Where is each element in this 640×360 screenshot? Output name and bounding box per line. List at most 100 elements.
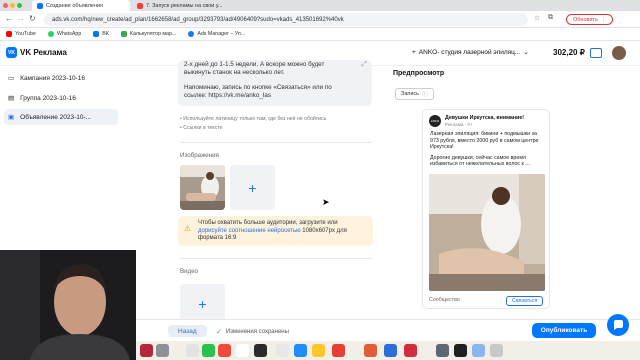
avatar[interactable] xyxy=(612,46,626,60)
minimize-window-icon[interactable] xyxy=(10,3,15,8)
star-bookmark-icon[interactable]: ☆ xyxy=(534,14,540,22)
ad-preview-card: ANKO Девушки Иркутска, внимание! Реклама… xyxy=(422,109,550,309)
app-icon[interactable] xyxy=(254,344,267,357)
support-chat-button[interactable] xyxy=(607,314,629,336)
bookmark-label: Калькулятор мар... xyxy=(129,31,177,37)
text-line xyxy=(184,76,366,84)
chat-bubble-icon xyxy=(614,320,623,330)
trash-icon[interactable] xyxy=(490,344,503,357)
bookmark-label: YouTube xyxy=(15,31,36,37)
text-line: выкинуть станок на несколько лет. xyxy=(184,68,285,76)
balance[interactable]: 302,20 ₽ xyxy=(553,48,585,57)
window-controls[interactable] xyxy=(3,3,22,8)
sidebar-item-group[interactable]: ▤ Группа 2023-10-16 xyxy=(8,91,76,105)
app-icon[interactable] xyxy=(472,344,485,357)
image-thumbnail[interactable] xyxy=(180,165,225,210)
wallet-icon[interactable] xyxy=(590,48,602,58)
preview-tab-post[interactable]: Запись ⓘ xyxy=(395,88,434,100)
back-arrow-icon[interactable]: ← xyxy=(5,14,13,23)
forward-arrow-icon[interactable]: → xyxy=(17,14,25,23)
community-avatar: ANKO xyxy=(429,115,441,127)
hint-latin: • Используйте латиницу только там, где б… xyxy=(180,116,327,122)
app-icon[interactable] xyxy=(156,344,169,357)
ad-text-paragraph: Лазерная эпиляция: бикини + подмышки за … xyxy=(430,131,539,151)
publish-button[interactable]: Опубликовать xyxy=(532,323,596,338)
plus-icon: + xyxy=(198,296,207,312)
save-status: ✓ Изменения сохранены xyxy=(216,328,289,336)
app-icon[interactable] xyxy=(218,344,231,357)
app-icon[interactable] xyxy=(364,344,377,357)
tab-label: Запись xyxy=(401,91,420,97)
text-line: ссылке: https://vk.me/anko_las xyxy=(184,91,271,99)
tab-lesson[interactable]: 7. Запуск рекламы на свои у... xyxy=(132,0,252,11)
add-video-button[interactable]: + xyxy=(180,284,225,324)
app-icon[interactable] xyxy=(276,344,289,357)
bookmark-youtube[interactable]: YouTube xyxy=(6,31,36,37)
generate-ratio-link[interactable]: дорисуйте соотношение нейросетью xyxy=(198,228,301,234)
back-button[interactable]: Назад xyxy=(168,325,207,337)
app-icon[interactable] xyxy=(404,344,417,357)
app-icon[interactable] xyxy=(384,344,397,357)
campaign-icon: ▭ xyxy=(8,75,15,82)
thumbnail-photo xyxy=(180,165,225,210)
bookmark-vk[interactable]: ВК xyxy=(93,31,109,37)
tab-create-ad[interactable]: Создание объявления xyxy=(32,0,130,11)
sidebar: ▭ Кампания 2023-10-16 ▤ Группа 2023-10-1… xyxy=(0,66,136,250)
photos-icon[interactable] xyxy=(186,344,199,357)
expand-icon[interactable]: ⤢ xyxy=(361,61,367,69)
ad-text-field[interactable]: 2-х дней до 1-1.5 недели. А вскоре можно… xyxy=(178,60,372,106)
macos-dock xyxy=(136,341,640,360)
app-icon[interactable] xyxy=(436,344,449,357)
divider xyxy=(180,258,372,259)
video-label: Видео xyxy=(180,268,199,275)
community-footer-label: Сообщество xyxy=(429,297,460,303)
calendar-icon[interactable] xyxy=(236,344,249,357)
hint-text: Ссылки в тексте xyxy=(183,125,223,131)
messages-icon[interactable] xyxy=(202,344,215,357)
plus-icon: + xyxy=(412,48,416,56)
address-text: ads.vk.com/hq/new_create/ad_plan/1662658… xyxy=(52,16,344,23)
group-icon: ▤ xyxy=(8,95,15,102)
browser-toolbar: ← → ↻ ads.vk.com/hq/new_create/ad_plan/1… xyxy=(0,11,640,28)
app-icon[interactable] xyxy=(140,344,153,357)
bookmark-calculator[interactable]: Калькулятор мар... xyxy=(120,31,177,37)
youtube-favicon-icon xyxy=(137,2,143,9)
contact-cta-button[interactable]: Связаться xyxy=(506,296,544,306)
cabinet-selector[interactable]: + ANKO- студия лазерной эпиляц... ⌄ xyxy=(412,48,529,57)
ad-body-text: Лазерная эпиляция: бикини + подмышки за … xyxy=(430,131,546,168)
preview-title: Предпросмотр xyxy=(393,70,445,77)
bottom-action-bar: Назад ✓ Изменения сохранены Опубликовать xyxy=(136,319,640,341)
tab-label: 7. Запуск рекламы на свои у... xyxy=(146,2,223,9)
bookmark-whatsapp[interactable]: WhatsApp xyxy=(47,31,82,37)
hint-text: Используйте латиницу только там, где без… xyxy=(183,116,327,122)
sidebar-item-campaign[interactable]: ▭ Кампания 2023-10-16 xyxy=(8,71,85,85)
app-store-icon[interactable] xyxy=(294,344,307,357)
add-image-button[interactable]: + xyxy=(230,165,275,210)
chevron-down-icon: ⌄ xyxy=(523,49,529,56)
check-circle-icon: ✓ xyxy=(216,329,222,336)
update-browser-button[interactable]: Обновить ⋮ xyxy=(566,14,614,25)
preview-photo xyxy=(429,174,545,291)
text-line: Напоминаю, запись по кнопке «Связаться» … xyxy=(184,84,332,92)
address-bar[interactable]: ads.vk.com/hq/new_create/ad_plan/1662658… xyxy=(44,13,528,26)
chrome-icon[interactable] xyxy=(332,344,345,357)
maximize-window-icon[interactable] xyxy=(17,3,22,8)
divider xyxy=(180,142,372,143)
info-icon[interactable]: ⓘ xyxy=(422,90,428,98)
reload-icon[interactable]: ↻ xyxy=(29,14,36,23)
app-icon[interactable] xyxy=(454,344,467,357)
presenter-video xyxy=(0,250,136,360)
vk-icon xyxy=(93,31,100,37)
app-icon[interactable] xyxy=(312,344,325,357)
browser-tab-bar: Создание объявления 7. Запуск рекламы на… xyxy=(0,0,640,11)
ad-text-paragraph: Дорогие девушки, сейчас самое время изба… xyxy=(430,154,530,168)
close-window-icon[interactable] xyxy=(3,3,8,8)
vk-ads-logo[interactable]: VK VK Реклама xyxy=(6,47,67,58)
bookmark-ads-manager[interactable]: Ads Manager – Уп... xyxy=(188,31,245,37)
sidebar-item-ad[interactable]: ▣ Объявление 2023-10-... xyxy=(4,109,118,125)
warning-text: 1080x607px для xyxy=(302,227,347,234)
sidebar-item-label: Группа 2023-10-16 xyxy=(20,94,76,102)
bookmark-label: WhatsApp xyxy=(56,31,82,37)
extensions-icon[interactable]: ⧉ xyxy=(548,14,553,22)
sidebar-item-label: Кампания 2023-10-16 xyxy=(20,74,85,82)
